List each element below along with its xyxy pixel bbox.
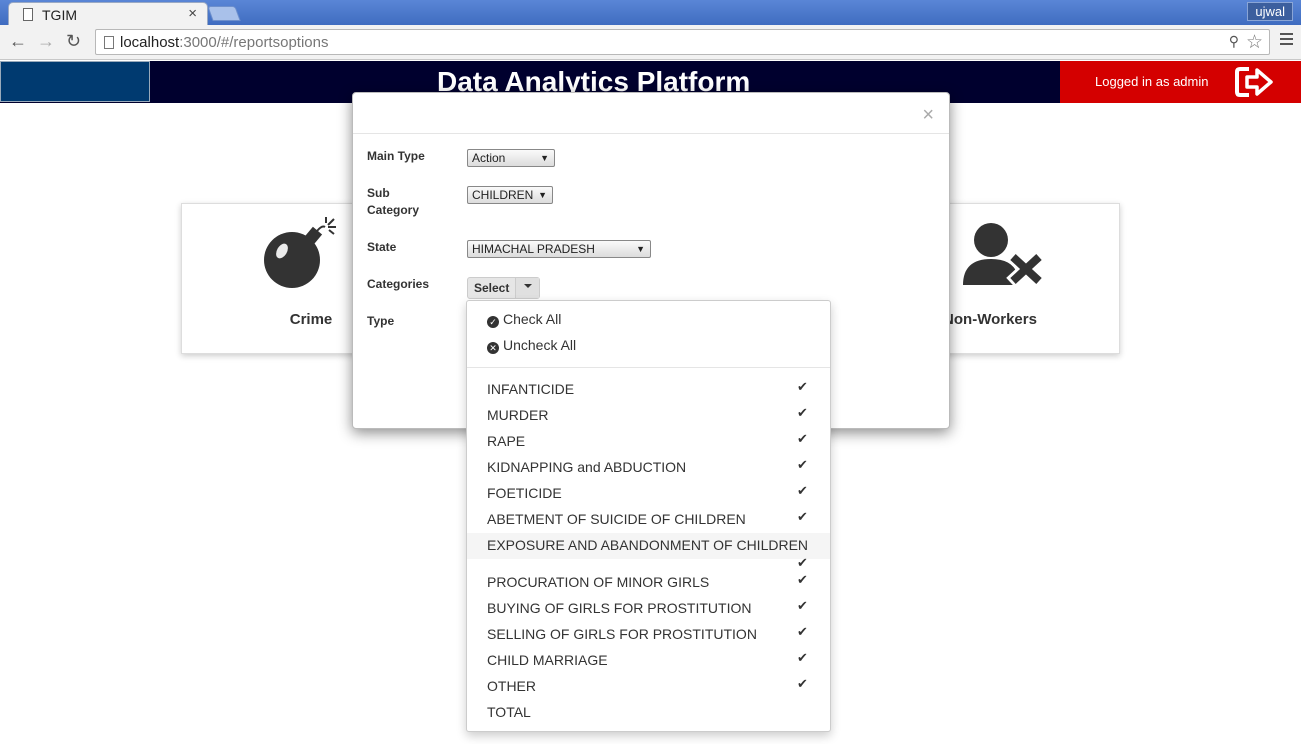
checkmark-icon: ✔ (797, 555, 808, 570)
main-type-label: Main Type (367, 149, 425, 163)
chevron-down-icon: ▼ (538, 190, 547, 200)
user-remove-icon (963, 223, 1046, 287)
browser-tabstrip: TGIM × ujwal (0, 0, 1301, 25)
profile-badge[interactable]: ujwal (1247, 2, 1293, 21)
sub-category-label: Sub Category (367, 186, 420, 217)
checkmark-icon: ✔ (797, 483, 808, 498)
url-text: localhost:3000/#/reportsoptions (120, 34, 329, 51)
checkmark-icon: ✔ (797, 624, 808, 639)
option-other[interactable]: OTHER (467, 674, 830, 700)
logout-icon[interactable] (1235, 66, 1273, 98)
option-kidnapping[interactable]: KIDNAPPING and ABDUCTION (467, 455, 830, 481)
option-child-marriage[interactable]: CHILD MARRIAGE (467, 648, 830, 674)
multiselect-label: Select (474, 281, 510, 295)
option-abetment[interactable]: ABETMENT OF SUICIDE OF CHILDREN (467, 507, 830, 533)
browser-tab[interactable]: TGIM × (8, 2, 208, 25)
checkmark-icon: ✔ (797, 457, 808, 472)
option-selling[interactable]: SELLING OF GIRLS FOR PROSTITUTION (467, 622, 830, 648)
option-exposure[interactable]: EXPOSURE AND ABANDONMENT OF CHILDREN (467, 533, 830, 559)
option-infanticide[interactable]: INFANTICIDE (467, 377, 830, 403)
checkmark-icon: ✔ (797, 598, 808, 613)
option-rape[interactable]: RAPE (467, 429, 830, 455)
key-icon[interactable]: ⚲ (1229, 33, 1239, 50)
check-circle-icon: ✓ (487, 316, 499, 328)
login-area: Logged in as admin (1060, 61, 1301, 103)
back-icon[interactable]: ← (9, 31, 27, 52)
chevron-down-icon: ▼ (636, 244, 645, 254)
browser-menu-icon[interactable] (1280, 33, 1293, 48)
login-status: Logged in as admin (1095, 74, 1209, 89)
check-all-option[interactable]: ✓ Check All (487, 311, 561, 328)
checkmark-icon: ✔ (797, 572, 808, 587)
checkmark-icon: ✔ (797, 509, 808, 524)
sub-category-select[interactable]: CHILDREN ▼ (467, 186, 553, 204)
logo-image (0, 61, 150, 102)
checkmark-icon: ✔ (797, 405, 808, 420)
forward-icon[interactable]: → (37, 31, 55, 52)
checkmark-icon: ✔ (797, 379, 808, 394)
modal-close-icon[interactable]: × (922, 104, 934, 127)
option-total[interactable]: TOTAL (467, 700, 830, 726)
option-murder[interactable]: MURDER (467, 403, 830, 429)
checkmark-icon: ✔ (797, 676, 808, 691)
bomb-icon (264, 217, 336, 288)
uncheck-all-option[interactable]: ✕ Uncheck All (487, 337, 576, 354)
tab-close-icon[interactable]: × (188, 5, 197, 22)
caret-down-icon[interactable] (515, 278, 540, 298)
tab-title: TGIM (42, 7, 77, 23)
document-icon (23, 8, 33, 21)
categories-dropdown: ✓ Check All ✕ Uncheck All INFANTICIDE MURD… (466, 300, 831, 732)
page-icon (104, 36, 114, 49)
state-select[interactable]: HIMACHAL PRADESH ▼ (467, 240, 651, 258)
remove-circle-icon: ✕ (487, 342, 499, 354)
checkmark-icon: ✔ (797, 431, 808, 446)
checkmark-icon: ✔ (797, 650, 808, 665)
option-buying[interactable]: BUYING OF GIRLS FOR PROSTITUTION (467, 596, 830, 622)
categories-multiselect-button[interactable]: Select (467, 277, 541, 299)
dropdown-divider (467, 367, 830, 368)
reload-icon[interactable]: ↻ (66, 31, 81, 52)
new-tab-button[interactable] (207, 6, 241, 21)
main-type-select[interactable]: Action ▼ (467, 149, 555, 167)
categories-label: Categories (367, 277, 430, 291)
option-foeticide[interactable]: FOETICIDE (467, 481, 830, 507)
option-procuration[interactable]: PROCURATION OF MINOR GIRLS (467, 570, 830, 596)
chevron-down-icon: ▼ (540, 153, 549, 163)
address-bar[interactable]: localhost:3000/#/reportsoptions ⚲ ☆ (95, 29, 1270, 55)
type-label: Type (367, 314, 395, 328)
modal-header: × (353, 93, 949, 134)
state-label: State (367, 240, 397, 254)
browser-toolbar: ← → ↻ localhost:3000/#/reportsoptions ⚲ … (0, 25, 1301, 60)
bookmark-star-icon[interactable]: ☆ (1246, 31, 1263, 54)
